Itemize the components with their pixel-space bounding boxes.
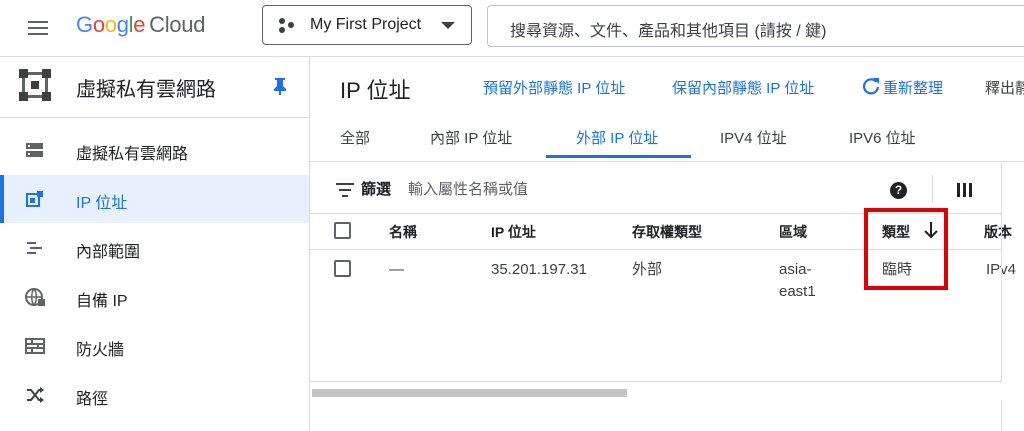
horizontal-scrollbar-thumb[interactable] — [312, 389, 627, 397]
column-header-version[interactable]: 版本 — [984, 222, 1012, 242]
internal-range-icon — [27, 242, 42, 254]
refresh-icon[interactable] — [862, 77, 880, 95]
sidebar-item-label: 虛擬私有雲網路 — [76, 146, 189, 163]
cell-region-line1: asia- — [779, 261, 812, 278]
cell-access-type: 外部 — [632, 261, 663, 278]
filter-input[interactable]: 輸入屬性名稱或值 — [408, 178, 528, 199]
filter-icon[interactable] — [336, 183, 354, 197]
sidebar-item-routes[interactable]: 路徑 — [0, 371, 309, 419]
vpc-network-icon — [26, 143, 43, 157]
main-menu-icon[interactable] — [26, 16, 50, 40]
tab-external-ip[interactable]: 外部 IP 位址 — [576, 127, 658, 148]
pin-icon[interactable] — [272, 77, 288, 95]
sidebar-item-firewall[interactable]: 防火牆 — [0, 322, 309, 370]
reserve-external-ip-button[interactable]: 預留外部靜態 IP 位址 — [483, 77, 625, 98]
divider — [932, 175, 933, 203]
tab-internal-ip[interactable]: 內部 IP 位址 — [430, 127, 512, 148]
tab-all[interactable]: 全部 — [340, 127, 370, 148]
sidebar-header: 虛擬私有雲網路 — [0, 57, 309, 118]
column-header-name[interactable]: 名稱 — [389, 222, 417, 242]
search-input[interactable]: 搜尋資源、文件、產品和其他項目 (請按 / 鍵) — [487, 5, 1024, 47]
highlight-box — [864, 208, 948, 290]
sidebar-item-label: 路徑 — [76, 391, 109, 408]
row-checkbox[interactable] — [334, 260, 351, 277]
release-static-button[interactable]: 釋出靜 — [985, 77, 1024, 98]
google-cloud-logo[interactable]: Google Cloud — [76, 12, 205, 38]
column-header-ip[interactable]: IP 位址 — [491, 222, 536, 242]
tab-ipv6[interactable]: IPV6 位址 — [849, 127, 916, 148]
sidebar-item-label: 自備 IP — [76, 293, 128, 310]
column-display-icon[interactable] — [957, 183, 973, 197]
cell-name: — — [389, 261, 404, 278]
routes-icon — [27, 387, 44, 403]
search-placeholder: 搜尋資源、文件、產品和其他項目 (請按 / 鍵) — [510, 23, 827, 40]
chevron-down-icon — [441, 22, 455, 29]
sidebar-title: 虛擬私有雲網路 — [76, 79, 216, 101]
page-title: IP 位址 — [340, 78, 411, 103]
cell-ip: 35.201.197.31 — [491, 261, 587, 278]
column-header-access-type[interactable]: 存取權類型 — [632, 222, 702, 242]
tab-ipv4[interactable]: IPV4 位址 — [720, 127, 787, 148]
sidebar: 虛擬私有雲網路 虛擬私有雲網路 IP 位址 內部範圍 自備 IP 防火牆 路徑 — [0, 57, 310, 431]
reserve-internal-ip-button[interactable]: 保留內部靜態 IP 位址 — [672, 77, 814, 98]
vpc-network-logo-icon — [19, 69, 51, 101]
project-name: My First Project — [310, 16, 422, 33]
sidebar-item-byoip[interactable]: 自備 IP — [0, 273, 309, 321]
cell-region: asia-east1 — [779, 259, 816, 303]
top-bar: Google Cloud My First Project 搜尋資源、文件、產品和… — [0, 0, 1024, 57]
firewall-icon — [25, 338, 45, 354]
refresh-button[interactable]: 重新整理 — [883, 77, 943, 98]
project-selector[interactable]: My First Project — [262, 5, 472, 45]
main-content: IP 位址 預留外部靜態 IP 位址 保留內部靜態 IP 位址 重新整理 釋出靜… — [310, 57, 1024, 431]
cell-region-line2: east1 — [779, 283, 816, 300]
column-header-region[interactable]: 區域 — [779, 222, 807, 242]
sidebar-item-internal-ranges[interactable]: 內部範圍 — [0, 224, 309, 272]
sidebar-item-label: IP 位址 — [76, 195, 128, 212]
horizontal-scrollbar[interactable] — [310, 381, 1002, 400]
sidebar-item-label: 內部範圍 — [76, 244, 141, 261]
help-icon[interactable]: ? — [890, 182, 907, 199]
sidebar-item-vpc-networks[interactable]: 虛擬私有雲網路 — [0, 126, 309, 174]
project-icon — [279, 18, 295, 34]
active-tab-indicator — [546, 155, 691, 158]
ip-address-icon — [26, 191, 43, 207]
byoip-globe-icon — [25, 288, 45, 306]
select-all-checkbox[interactable] — [334, 222, 351, 239]
filter-label[interactable]: 篩選 — [361, 178, 391, 199]
filter-bar: 篩選 輸入屬性名稱或值 ? — [310, 161, 1002, 214]
sidebar-item-label: 防火牆 — [76, 342, 125, 359]
sidebar-item-ip-addresses[interactable]: IP 位址 — [0, 175, 309, 223]
page-header: IP 位址 預留外部靜態 IP 位址 保留內部靜態 IP 位址 重新整理 釋出靜 — [310, 57, 1024, 115]
